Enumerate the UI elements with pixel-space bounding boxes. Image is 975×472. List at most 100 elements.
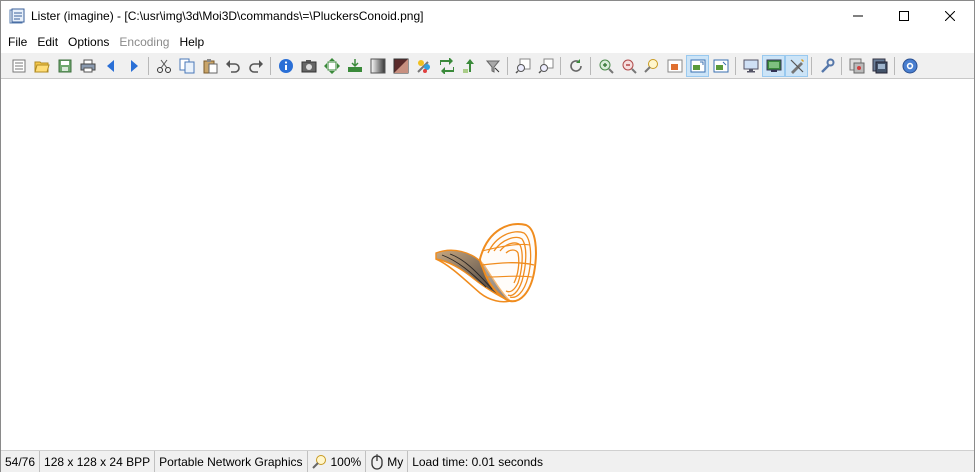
open-button[interactable] — [30, 55, 53, 77]
gradient-icon — [370, 58, 385, 73]
menu-help[interactable]: Help — [174, 32, 209, 52]
status-position: 54/76 — [1, 450, 41, 472]
load-time-text: Load time: 0.01 seconds — [412, 454, 543, 469]
filter-icon — [485, 60, 500, 73]
undo-button[interactable] — [221, 55, 244, 77]
zoom-in-button[interactable] — [594, 55, 617, 77]
magnifier-icon — [311, 454, 326, 469]
back-icon — [106, 59, 114, 72]
redo-icon — [248, 59, 263, 73]
maximize-icon — [899, 11, 909, 21]
effects-button[interactable] — [412, 55, 435, 77]
help-button[interactable] — [898, 55, 921, 77]
paste-icon — [203, 58, 217, 73]
capture-button[interactable] — [297, 55, 320, 77]
format-text: Portable Network Graphics — [159, 454, 303, 469]
print-preview-button[interactable] — [343, 55, 366, 77]
properties-icon — [12, 59, 25, 72]
dimensions-text: 128 x 128 x 24 BPP — [44, 454, 151, 469]
window-title: Lister (imagine) - [C:\usr\img\3d\Moi3D\… — [31, 9, 424, 23]
toolbar-separator — [841, 56, 842, 75]
view-mode-button[interactable] — [762, 54, 785, 77]
filter-button[interactable] — [481, 55, 504, 77]
mouse-icon — [371, 453, 383, 470]
info-button[interactable] — [274, 55, 297, 77]
adjust-colors-button[interactable] — [389, 55, 412, 77]
menu-file[interactable]: File — [3, 32, 32, 52]
undo-icon — [225, 59, 240, 73]
displayed-image — [435, 223, 537, 303]
open-icon — [33, 61, 50, 72]
resize-button[interactable] — [320, 55, 343, 77]
rotate-icon — [439, 57, 454, 74]
print-icon — [80, 59, 95, 72]
mode-text: My — [387, 454, 404, 469]
zoom-window-icon — [514, 58, 530, 74]
image-viewer-area[interactable] — [2, 81, 973, 449]
minimize-icon — [853, 15, 863, 17]
forward-icon — [130, 59, 138, 72]
back-button[interactable] — [99, 55, 122, 77]
edit-tool-button[interactable] — [785, 54, 808, 77]
print-icon-2 — [347, 58, 362, 72]
status-dimensions: 128 x 128 x 24 BPP — [40, 450, 156, 472]
effects-icon — [416, 59, 430, 73]
toolbar-separator — [270, 56, 271, 75]
refresh-button[interactable] — [564, 55, 587, 77]
cut-icon — [156, 59, 171, 73]
close-icon — [945, 11, 955, 21]
status-load-time: Load time: 0.01 seconds — [408, 451, 547, 472]
settings-button[interactable] — [815, 55, 838, 77]
save-icon — [58, 59, 71, 72]
lister-window: Lister (imagine) - [C:\usr\img\3d\Moi3D\… — [0, 0, 975, 472]
forward-button[interactable] — [122, 55, 145, 77]
fit-icon — [667, 59, 682, 72]
title-bar[interactable]: Lister (imagine) - [C:\usr\img\3d\Moi3D\… — [1, 1, 974, 31]
settings-icon — [820, 58, 834, 73]
minimize-button[interactable] — [835, 1, 881, 31]
properties-button[interactable] — [7, 55, 30, 77]
zoom-out-button[interactable] — [617, 55, 640, 77]
fit-large-icon — [690, 59, 705, 72]
maximize-button[interactable] — [881, 1, 927, 31]
plugin-button[interactable] — [845, 55, 868, 77]
menu-encoding[interactable]: Encoding — [114, 32, 174, 52]
close-button[interactable] — [927, 1, 973, 31]
redo-button[interactable] — [244, 55, 267, 77]
zoom-window-button[interactable] — [511, 55, 534, 77]
save-button[interactable] — [53, 55, 76, 77]
flip-icon — [462, 58, 474, 73]
fit-large-button[interactable] — [686, 54, 709, 77]
flip-button[interactable] — [458, 55, 481, 77]
status-mode[interactable]: My — [366, 450, 409, 472]
batch-button[interactable] — [868, 55, 891, 77]
info-icon — [278, 58, 293, 73]
view-mode-icon — [766, 59, 781, 72]
fit-button[interactable] — [663, 55, 686, 77]
zoom-area-button[interactable] — [534, 55, 557, 77]
toolbar-separator — [148, 56, 149, 75]
refresh-icon — [569, 58, 582, 72]
zoom-out-icon — [622, 59, 637, 74]
capture-icon — [301, 59, 316, 72]
help-icon — [902, 58, 917, 73]
menu-edit[interactable]: Edit — [32, 32, 63, 52]
fullscreen-button[interactable] — [739, 55, 762, 77]
toolbar-separator — [811, 56, 812, 75]
rotate-button[interactable] — [435, 55, 458, 77]
menu-bar: File Edit Options Encoding Help — [1, 32, 974, 52]
zoom-in-icon — [599, 59, 614, 74]
toolbar-separator — [507, 56, 508, 75]
cut-button[interactable] — [152, 55, 175, 77]
fit-window-button[interactable] — [709, 55, 732, 77]
menu-options[interactable]: Options — [63, 32, 114, 52]
zoom-tool-button[interactable] — [640, 55, 663, 77]
gradient-button[interactable] — [366, 55, 389, 77]
resize-icon — [323, 57, 340, 74]
toolbar-separator — [735, 56, 736, 75]
copy-button[interactable] — [175, 55, 198, 77]
paste-button[interactable] — [198, 55, 221, 77]
status-zoom[interactable]: 100% — [308, 450, 367, 472]
lister-app-icon[interactable] — [9, 8, 25, 24]
print-button[interactable] — [76, 55, 99, 77]
